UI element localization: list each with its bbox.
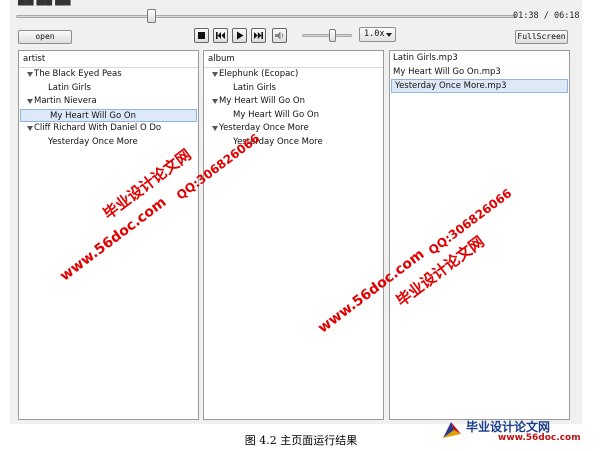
next-button[interactable] (251, 28, 266, 43)
time-display: 01:38 / 06:18 (513, 11, 580, 21)
volume-handle[interactable] (328, 29, 336, 42)
artist-tree-row[interactable]: Martin Nievera (19, 95, 198, 109)
artist-tree-row[interactable]: My Heart Will Go On (20, 108, 197, 122)
album-tree-row[interactable]: Elephunk (Ecopac) (204, 68, 383, 82)
album-tree-row[interactable]: Yesterday Once More (204, 136, 383, 150)
time-separator: / (538, 11, 554, 21)
artist-tree-row[interactable]: The Black Eyed Peas (19, 68, 198, 82)
stop-icon (198, 32, 205, 39)
artist-tree-row-label: Martin Nievera (34, 96, 97, 106)
chevron-down-icon (386, 33, 392, 37)
album-tree-row[interactable]: Latin Girls (204, 82, 383, 96)
artist-tree-row-label: Cliff Richard With Daniel O Do (34, 123, 162, 133)
file-list-item[interactable]: Yesterday Once More.mp3 (391, 79, 568, 93)
volume-slider[interactable] (302, 29, 352, 42)
album-tree-row-label: My Heart Will Go On (219, 96, 305, 106)
album-header: album (204, 51, 383, 68)
seek-handle[interactable] (146, 9, 156, 23)
mute-button[interactable] (272, 28, 287, 43)
artist-tree-row-label: Yesterday Once More (48, 136, 138, 147)
speed-select[interactable]: 1.0x (359, 27, 396, 42)
expanded-arrow-icon[interactable] (212, 72, 218, 77)
seek-slider[interactable] (16, 9, 516, 23)
media-player-window: ██ ██ ██ 01:38 / 06:18 open 1.0x FullScr… (10, 0, 582, 424)
file-list-item[interactable]: My Heart Will Go On.mp3 (390, 66, 569, 80)
expanded-arrow-icon[interactable] (27, 72, 33, 77)
expanded-arrow-icon[interactable] (27, 99, 33, 104)
album-tree-row[interactable]: Yesterday Once More (204, 122, 383, 136)
file-list-item[interactable]: Latin Girls.mp3 (390, 52, 569, 66)
artist-tree-row[interactable]: Cliff Richard With Daniel O Do (19, 122, 198, 136)
clip-title: ██ ██ ██ (18, 0, 71, 6)
album-tree-row-label: Yesterday Once More (219, 123, 309, 133)
play-icon (237, 31, 244, 40)
volume-groove[interactable] (302, 34, 352, 37)
file-list[interactable]: Latin Girls.mp3 My Heart Will Go On.mp3 Ye… (390, 51, 569, 93)
artist-tree[interactable]: artist The Black Eyed Peas Latin Girls Mar… (18, 50, 199, 420)
previous-icon (216, 32, 225, 39)
logo-url: www.56doc.com (498, 433, 581, 443)
artist-header: artist (19, 51, 198, 68)
open-button[interactable]: open (18, 30, 72, 44)
speaker-icon (275, 31, 284, 40)
album-tree-row[interactable]: My Heart Will Go On (204, 109, 383, 123)
previous-button[interactable] (213, 28, 228, 43)
album-list[interactable]: Elephunk (Ecopac) Latin Girls My Heart Wil… (204, 68, 383, 149)
album-tree-row-label: Elephunk (Ecopac) (219, 69, 299, 79)
album-tree-row[interactable]: My Heart Will Go On (204, 95, 383, 109)
seek-groove[interactable] (16, 15, 516, 18)
stop-button[interactable] (194, 28, 209, 43)
time-total: 06:18 (553, 11, 580, 21)
artist-tree-row[interactable]: Yesterday Once More (19, 136, 198, 150)
logo-emblem-icon (443, 422, 461, 438)
expanded-arrow-icon[interactable] (212, 99, 218, 104)
artist-tree-row-label: The Black Eyed Peas (34, 69, 122, 79)
next-icon (254, 32, 263, 39)
speed-value: 1.0x (364, 29, 385, 39)
artist-tree-row-label: My Heart Will Go On (50, 110, 136, 121)
logo: 毕业设计论文网 www.56doc.com (440, 418, 600, 444)
file-list-pane[interactable]: Latin Girls.mp3 My Heart Will Go On.mp3 Ye… (389, 50, 570, 420)
expanded-arrow-icon[interactable] (27, 126, 33, 131)
expanded-arrow-icon[interactable] (212, 126, 218, 131)
artist-list[interactable]: The Black Eyed Peas Latin Girls Martin Nie… (19, 68, 198, 149)
album-tree[interactable]: album Elephunk (Ecopac) Latin Girls My Hea… (203, 50, 384, 420)
time-current: 01:38 (513, 11, 539, 21)
fullscreen-button[interactable]: FullScreen (515, 30, 568, 44)
album-tree-row-label: Yesterday Once More (233, 136, 323, 147)
play-button[interactable] (232, 28, 247, 43)
album-tree-row-label: Latin Girls (233, 82, 276, 93)
artist-tree-row-label: Latin Girls (48, 82, 91, 93)
artist-tree-row[interactable]: Latin Girls (19, 82, 198, 96)
album-tree-row-label: My Heart Will Go On (233, 109, 319, 120)
